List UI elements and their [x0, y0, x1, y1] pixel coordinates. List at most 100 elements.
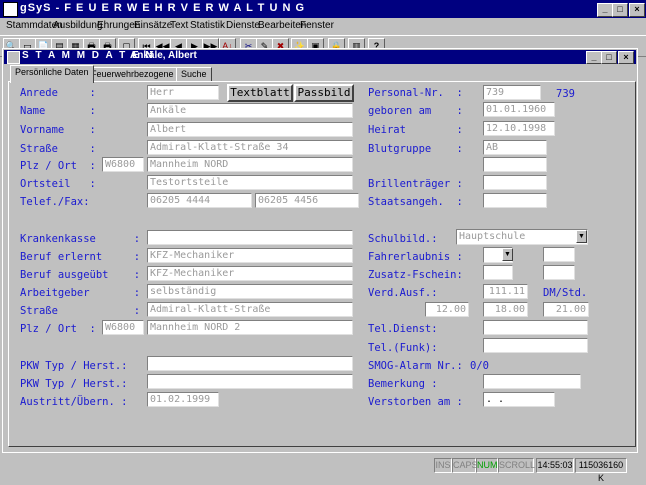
menu-text[interactable]: Text — [170, 20, 188, 31]
pkw-2-field[interactable] — [147, 374, 353, 389]
arbeitgeber-strasse-field[interactable]: Admiral-Klatt-Straße — [147, 302, 353, 317]
blutgruppe-label: Blutgruppe : — [368, 143, 463, 155]
menu-statistik[interactable]: Statistik — [190, 20, 225, 31]
pkw-1-label: PKW Typ / Herst.: — [20, 360, 128, 372]
plz-field[interactable]: W6800 — [102, 157, 144, 172]
ins-indicator: INS — [434, 458, 452, 473]
ortsteil-field[interactable]: Testortsteile — [147, 175, 353, 190]
scroll-indicator: SCROLL — [498, 458, 535, 473]
brillentraeger-label: Brillenträger : — [368, 178, 463, 190]
anrede-field[interactable]: Herr — [147, 85, 219, 100]
arbeitgeber-label: Arbeitgeber : — [20, 287, 141, 299]
name-field[interactable]: Ankäle — [147, 103, 353, 118]
app-title: gSyS - F E U E R W E H R V E R W A L T U… — [20, 2, 305, 14]
app-icon[interactable] — [3, 2, 18, 17]
schulbildung-select[interactable]: Hauptschule — [456, 229, 588, 245]
menu-bar: Stammdaten Ausbildung Ehrungen Einsätze … — [0, 18, 646, 35]
vorname-field[interactable]: Albert — [147, 122, 353, 137]
telefon-field[interactable]: 06205 4444 — [147, 193, 252, 208]
personal-nr-field[interactable]: 739 — [483, 85, 541, 100]
tel-dienst-label: Tel.Dienst: — [368, 323, 438, 335]
beruf-ausgeuebt-label: Beruf ausgeübt : — [20, 269, 141, 281]
chevron-down-icon[interactable]: ▼ — [502, 248, 513, 261]
satz-3-field[interactable]: 21.00 — [543, 302, 589, 317]
minimize-button[interactable]: _ — [597, 3, 613, 17]
fahrerlaubnis-extra-field[interactable] — [543, 247, 575, 262]
personal-nr-value: 739 — [556, 88, 575, 100]
brillentraeger-field[interactable] — [483, 175, 547, 190]
verstorben-label: Verstorben am : — [368, 396, 463, 408]
bemerkung-field[interactable] — [483, 374, 581, 389]
beruf-erlernt-field[interactable]: KFZ-Mechaniker — [147, 248, 353, 263]
close-button[interactable]: × — [629, 3, 645, 17]
fax-field[interactable]: 06205 4456 — [255, 193, 359, 208]
ortsteil-label: Ortsteil : — [20, 178, 96, 190]
geboren-label: geboren am : — [368, 105, 463, 117]
satz-2-field[interactable]: 18.00 — [483, 302, 528, 317]
plz-ort-label: Plz / Ort : — [20, 160, 96, 172]
personal-nr-label: Personal-Nr. : — [368, 87, 463, 99]
chevron-down-icon[interactable]: ▼ — [576, 230, 587, 243]
austritt-label: Austritt/Übern. : — [20, 396, 128, 408]
satz-1-field[interactable]: 12.00 — [425, 302, 469, 317]
maximize-button[interactable]: □ — [612, 3, 628, 17]
child-close-button[interactable]: × — [618, 51, 634, 64]
child-maximize-button[interactable]: □ — [601, 51, 617, 64]
geboren-field[interactable]: 01.01.1960 — [483, 102, 555, 117]
anrede-label: Anrede : — [20, 87, 96, 99]
strasse-field[interactable]: Admiral-Klatt-Straße 34 — [147, 140, 353, 155]
bemerkung-label: Bemerkung : — [368, 378, 438, 390]
tab-persoenliche-daten[interactable]: Persönliche Daten — [10, 65, 94, 83]
ort-field[interactable]: Mannheim NORD — [147, 157, 353, 172]
staatsangehoerigkeit-field[interactable] — [483, 193, 547, 208]
record-name: Ankäle, Albert — [130, 50, 197, 61]
zusatz-fschein-field[interactable] — [483, 265, 513, 280]
heirat-label: Heirat : — [368, 124, 463, 136]
beruf-erlernt-label: Beruf erlernt : — [20, 251, 141, 263]
child-window-icon[interactable] — [7, 51, 20, 64]
menu-fenster[interactable]: Fenster — [300, 20, 334, 31]
tel-dienst-field[interactable] — [483, 320, 588, 335]
krankenkasse-label: Krankenkasse : — [20, 233, 141, 245]
austritt-field[interactable]: 01.02.1999 — [147, 392, 219, 407]
heirat-field[interactable]: 12.10.1998 — [483, 121, 555, 136]
schulbildung-label: Schulbild.: — [368, 233, 438, 245]
verdienstausfall-label: Verd.Ausf.: — [368, 287, 438, 299]
textblatt-button[interactable]: Textblatt — [227, 84, 293, 102]
smog-alarm-label: SMOG-Alarm Nr.: — [368, 360, 463, 372]
pkw-2-label: PKW Typ / Herst.: — [20, 378, 128, 390]
zusatz-fschein-extra-field[interactable] — [543, 265, 575, 280]
tel-funk-field[interactable] — [483, 338, 588, 353]
pkw-1-field[interactable] — [147, 356, 353, 371]
arbeitgeber-strasse-label: Straße : — [20, 305, 141, 317]
arbeitgeber-plz-field[interactable]: W6800 — [102, 320, 144, 335]
verstorben-field[interactable]: . . — [483, 392, 555, 407]
child-minimize-button[interactable]: _ — [586, 51, 602, 64]
passbild-button[interactable]: Passbild — [294, 84, 354, 102]
arbeitgeber-plz-ort-label: Plz / Ort : — [20, 323, 96, 335]
menu-ausbildung[interactable]: Ausbildung — [53, 20, 102, 31]
extra-field[interactable] — [483, 157, 547, 172]
fahrerlaubnis-label: Fahrerlaubnis : — [368, 251, 463, 263]
staatsangehoerigkeit-label: Staatsangeh. : — [368, 196, 463, 208]
vorname-label: Vorname : — [20, 124, 96, 136]
status-bar: INS CAPS NUM SCROLL 14:55:03 115036160 K — [0, 457, 646, 483]
beruf-ausgeuebt-field[interactable]: KFZ-Mechaniker — [147, 266, 353, 281]
memory-indicator: 115036160 K — [575, 458, 627, 483]
krankenkasse-field[interactable] — [147, 230, 353, 245]
zusatz-fschein-label: Zusatz-Fschein: — [368, 269, 463, 281]
telefon-fax-label: Telef./Fax: — [20, 196, 90, 208]
num-indicator: NUM — [476, 458, 498, 473]
child-title-bar: S T A M M D A T E N Ankäle, Albert _ □ × — [4, 50, 636, 64]
strasse-label: Straße : — [20, 143, 96, 155]
dm-std-label: DM/Std. — [543, 287, 588, 299]
menu-einsaetze[interactable]: Einsätze — [134, 20, 172, 31]
app-title-bar: gSyS - F E U E R W E H R V E R W A L T U… — [0, 0, 646, 18]
menu-dienste[interactable]: Dienste — [226, 20, 260, 31]
smog-alarm-value: 0/0 — [470, 360, 489, 372]
verdienstausfall-field[interactable]: 111.11 — [483, 284, 528, 299]
name-label: Name : — [20, 105, 96, 117]
arbeitgeber-ort-field[interactable]: Mannheim NORD 2 — [147, 320, 353, 335]
blutgruppe-field[interactable]: AB — [483, 140, 547, 155]
arbeitgeber-field[interactable]: selbständig — [147, 284, 353, 299]
